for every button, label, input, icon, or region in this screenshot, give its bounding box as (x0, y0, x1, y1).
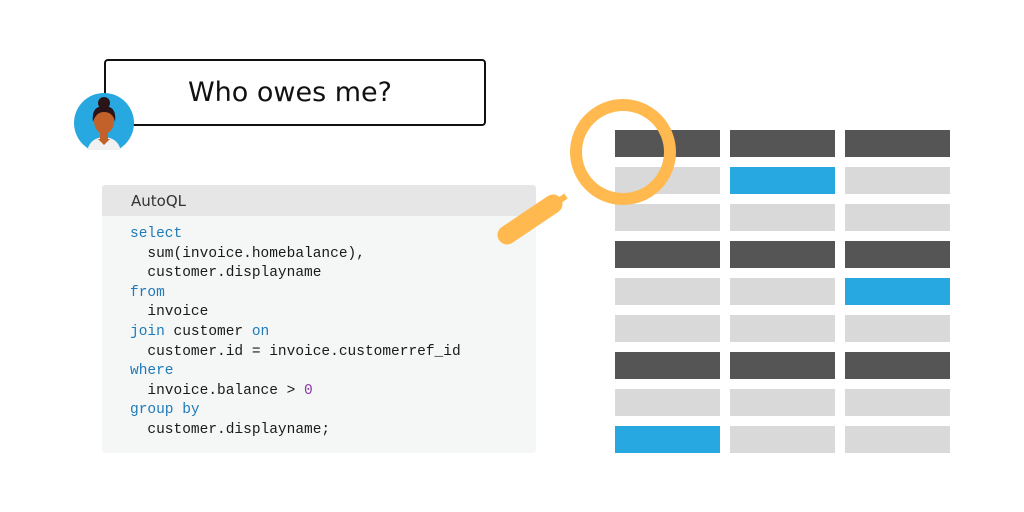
query-panel: AutoQL select sum(invoice.homebalance), … (102, 185, 536, 453)
table-cell-plain (730, 204, 835, 231)
table-cell-plain (845, 426, 950, 453)
question-text: Who owes me? (187, 77, 393, 108)
table-cell-plain (730, 389, 835, 416)
table-cell-plain (615, 278, 720, 305)
table-cell-highlight (845, 278, 950, 305)
code-line: customer.displayname; (130, 421, 536, 441)
sql-number: 0 (304, 382, 313, 399)
sql-text: customer.displayname; (147, 421, 331, 438)
query-panel-header: AutoQL (102, 185, 536, 216)
sql-text: sum(invoice.homebalance), (147, 245, 365, 262)
table-cell-plain (845, 315, 950, 342)
code-line: invoice.balance > 0 (130, 382, 536, 402)
table-cell-header (845, 130, 950, 157)
table-cell-plain (845, 167, 950, 194)
sql-keyword: from (130, 284, 165, 301)
sql-keyword: join (130, 323, 165, 340)
table-cell-header (730, 130, 835, 157)
table-cell-header (615, 352, 720, 379)
code-line: from (130, 284, 536, 304)
table-cell-plain (615, 389, 720, 416)
sql-keyword: on (251, 323, 270, 340)
question-bubble: Who owes me? (104, 59, 486, 126)
table-cell-header (845, 352, 950, 379)
table-cell-plain (615, 315, 720, 342)
user-avatar-icon (74, 93, 134, 150)
code-line: select (130, 225, 536, 245)
table-cell-header (730, 352, 835, 379)
table-cell-header (730, 241, 835, 268)
table-cell-plain (730, 278, 835, 305)
code-line: where (130, 362, 536, 382)
table-cell-header (845, 241, 950, 268)
table-cell-header (615, 241, 720, 268)
sql-keyword: where (130, 363, 174, 380)
sql-text: customer.id = invoice.customerref_id (147, 343, 461, 360)
query-panel-title: AutoQL (131, 191, 186, 210)
code-line: group by (130, 401, 536, 421)
code-line: join customer on (130, 323, 536, 343)
sql-text: customer (164, 323, 252, 340)
sql-code-block: select sum(invoice.homebalance), custome… (102, 216, 536, 441)
table-cell-plain (730, 315, 835, 342)
table-cell-plain (615, 167, 720, 194)
table-cell-plain (845, 389, 950, 416)
table-cell-highlight (730, 167, 835, 194)
sql-text: customer.displayname (147, 265, 322, 282)
code-line: customer.displayname (130, 264, 536, 284)
sql-keyword: group by (130, 402, 200, 419)
code-line: invoice (130, 303, 536, 323)
table-cell-plain (845, 204, 950, 231)
table-cell-header (615, 130, 720, 157)
code-line: sum(invoice.homebalance), (130, 245, 536, 265)
sql-text: invoice.balance > (147, 382, 305, 399)
table-cell-plain (615, 204, 720, 231)
sql-keyword: select (130, 226, 183, 242)
code-line: customer.id = invoice.customerref_id (130, 343, 536, 363)
table-cell-highlight (615, 426, 720, 453)
sql-text: invoice (147, 304, 209, 321)
table-cell-plain (730, 426, 835, 453)
